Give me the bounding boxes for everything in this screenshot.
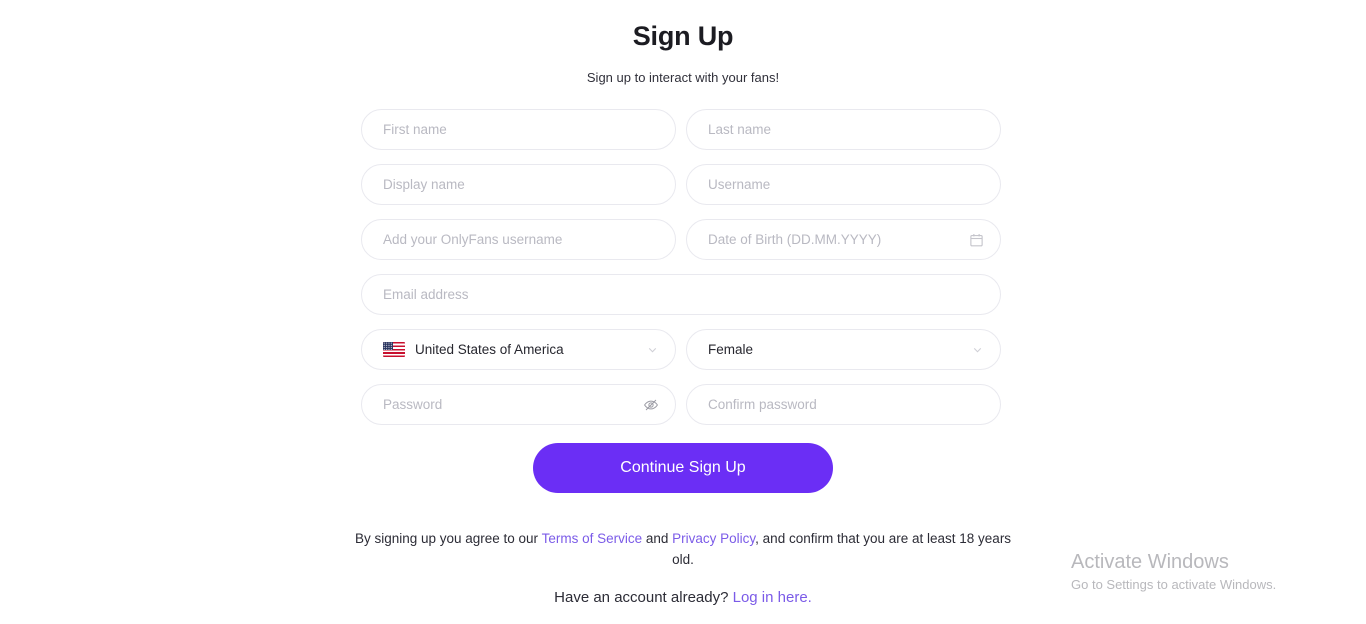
password-input[interactable] [361,384,676,425]
continue-sign-up-button[interactable]: Continue Sign Up [533,443,833,493]
onlyfans-username-input[interactable] [361,219,676,260]
signup-form: United States of America Female [361,109,1001,439]
display-name-input[interactable] [361,164,676,205]
country-select-value: United States of America [415,342,564,357]
chevron-down-icon[interactable] [971,343,984,356]
onlyfans-username-field [361,219,676,260]
privacy-policy-link[interactable]: Privacy Policy [672,531,755,546]
form-row-password [361,384,1001,425]
gender-select-field: Female [686,329,1001,370]
watermark-subtitle: Go to Settings to activate Windows. [1071,577,1277,592]
first-name-field [361,109,676,150]
legal-text-before: By signing up you agree to our [354,531,542,546]
terms-of-service-link[interactable]: Terms of Service [542,531,643,546]
date-of-birth-field [686,219,1001,260]
signup-page: Sign Up Sign up to interact with your fa… [0,0,1366,624]
username-field [686,164,1001,205]
country-select[interactable]: United States of America [361,329,676,370]
form-row-display [361,164,1001,205]
username-input[interactable] [686,164,1001,205]
windows-activation-watermark: Activate Windows Go to Settings to activ… [1071,549,1361,594]
gender-select[interactable]: Female [686,329,1001,370]
country-select-field: United States of America [361,329,676,370]
eye-off-icon[interactable] [643,397,659,413]
confirm-password-input[interactable] [686,384,1001,425]
form-row-name [361,109,1001,150]
page-title: Sign Up [632,21,734,51]
form-row-country-gender: United States of America Female [361,329,1001,370]
email-input[interactable] [361,274,1001,315]
chevron-down-icon[interactable] [646,343,659,356]
login-prompt-text: Have an account already? [554,589,729,606]
log-in-here-link[interactable]: Log in here. [733,589,812,606]
submit-container: Continue Sign Up [0,443,1366,493]
display-name-field [361,164,676,205]
date-of-birth-input[interactable] [686,219,1001,260]
page-subtitle: Sign up to interact with your fans! [586,70,780,85]
gender-select-value: Female [708,342,754,357]
calendar-icon[interactable] [969,232,984,247]
form-row-onlyfans-dob [361,219,1001,260]
email-field [361,274,1001,315]
watermark-title: Activate Windows [1071,551,1229,573]
us-flag-icon [383,342,405,357]
last-name-field [686,109,1001,150]
last-name-input[interactable] [686,109,1001,150]
first-name-input[interactable] [361,109,676,150]
legal-text-between: and [642,531,673,546]
confirm-password-field [686,384,1001,425]
password-field [361,384,676,425]
legal-disclaimer: By signing up you agree to our Terms of … [353,528,1013,570]
form-row-email [361,274,1001,315]
